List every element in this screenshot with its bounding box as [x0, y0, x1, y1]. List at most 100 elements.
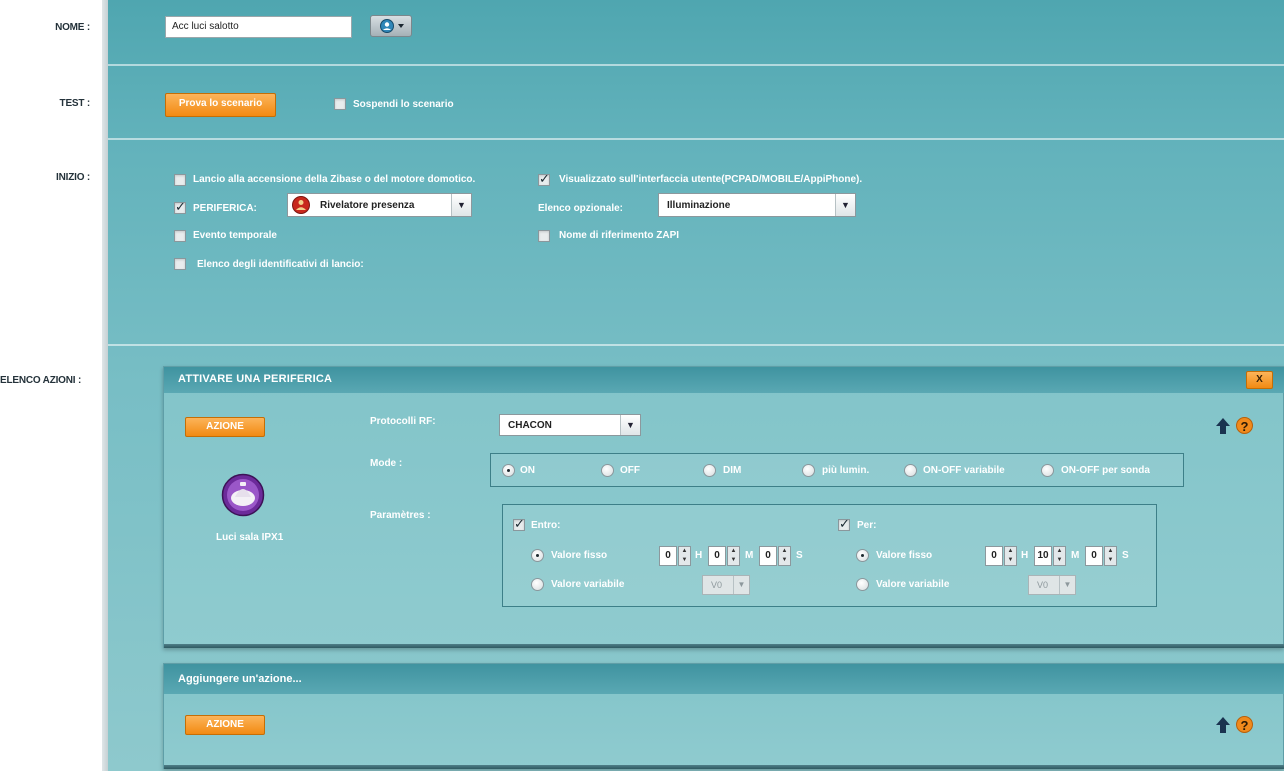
label-test: TEST :: [59, 98, 91, 109]
per-variable-label: Valore variabile: [876, 579, 950, 590]
evento-temporale-label: Evento temporale: [193, 230, 277, 241]
elenco-opzionale-value: Illuminazione: [667, 200, 731, 211]
elenco-identificativi-checkbox[interactable]: [174, 258, 186, 270]
seconds-unit: S: [796, 550, 803, 561]
add-action-button[interactable]: AZIONE: [185, 715, 265, 735]
mode-option-label: più lumin.: [822, 465, 870, 476]
suspend-scenario-label: Sospendi lo scenario: [353, 99, 454, 110]
per-variable-select: V0 ▼: [1028, 575, 1076, 595]
mode-radio-dim[interactable]: [703, 464, 716, 477]
try-scenario-button[interactable]: Prova lo scenario: [165, 93, 276, 117]
mode-option-label: ON-OFF per sonda: [1061, 465, 1150, 476]
params-label: Paramètres :: [370, 510, 431, 521]
launch-on-start-label: Lancio alla accensione della Zibase o de…: [193, 174, 476, 185]
mode-option-label: OFF: [620, 465, 640, 476]
entro-fixed-label: Valore fisso: [551, 550, 608, 561]
move-up-icon[interactable]: [1215, 417, 1231, 435]
protocol-label: Protocolli RF:: [370, 416, 436, 427]
move-up-icon[interactable]: [1215, 716, 1231, 734]
hours-unit: H: [1021, 550, 1029, 561]
hours-unit: H: [695, 550, 703, 561]
visualizzato-checkbox[interactable]: [538, 171, 550, 187]
scenario-name-input[interactable]: Acc luci salotto: [165, 16, 352, 38]
add-action-panel: Aggiungere un'azione... AZIONE ?: [163, 663, 1284, 769]
entro-variable-radio[interactable]: [531, 578, 544, 591]
mode-radio-on[interactable]: [502, 464, 515, 477]
per-label: Per:: [857, 520, 877, 531]
mode-option-label: DIM: [723, 465, 742, 476]
per-fixed-label: Valore fisso: [876, 550, 933, 561]
panel-footer: [164, 644, 1284, 648]
action-panel: ATTIVARE UNA PERIFERICA X AZIONE Luci sa…: [163, 366, 1284, 648]
elenco-opzionale-select[interactable]: Illuminazione ▼: [658, 193, 856, 217]
label-inizio: INIZIO :: [56, 172, 90, 183]
mode-radio-piu-lumin[interactable]: [802, 464, 815, 477]
action-panel-title: ATTIVARE UNA PERIFERICA: [164, 367, 1284, 393]
label-column: NOME : TEST : INIZIO : ELENCO AZIONI :: [0, 0, 108, 771]
chevron-down-icon: ▼: [620, 415, 640, 435]
mode-radio-on-off-sonda[interactable]: [1041, 464, 1054, 477]
stepper-arrows-icon[interactable]: ▲ ▼: [778, 546, 791, 566]
panel-footer: [164, 765, 1284, 769]
entro-variable-value: V0: [711, 580, 723, 590]
chevron-down-icon: ▼: [1059, 576, 1075, 594]
stepper-arrows-icon[interactable]: ▲ ▼: [1053, 546, 1066, 566]
help-icon[interactable]: ?: [1236, 716, 1253, 733]
chevron-down-icon: ▼: [451, 194, 471, 216]
periferica-device-select[interactable]: Rivelatore presenza ▼: [287, 193, 472, 217]
separator: [108, 344, 1284, 346]
protocol-select[interactable]: CHACON ▼: [499, 414, 641, 436]
entro-variable-label: Valore variabile: [551, 579, 625, 590]
entro-variable-select: V0 ▼: [702, 575, 750, 595]
nome-zapi-checkbox[interactable]: [538, 230, 550, 242]
launch-on-start-checkbox[interactable]: [174, 174, 186, 186]
action-button[interactable]: AZIONE: [185, 417, 265, 437]
stepper-arrows-icon[interactable]: ▲ ▼: [727, 546, 740, 566]
per-variable-value: V0: [1037, 580, 1049, 590]
separator: [108, 138, 1284, 140]
lightbulb-icon: [221, 473, 265, 517]
stepper-arrows-icon[interactable]: ▲ ▼: [1104, 546, 1117, 566]
stepper-arrows-icon[interactable]: ▲ ▼: [1004, 546, 1017, 566]
separator: [108, 64, 1284, 66]
entro-checkbox[interactable]: [513, 516, 525, 532]
periferica-device-value: Rivelatore presenza: [320, 200, 415, 211]
per-fixed-radio[interactable]: [856, 549, 869, 562]
entro-minutes-value: 0: [708, 546, 726, 566]
entro-label: Entro:: [531, 520, 561, 531]
minutes-unit: M: [1071, 550, 1080, 561]
mode-option-label: ON-OFF variabile: [923, 465, 1005, 476]
nome-zapi-label: Nome di riferimento ZAPI: [559, 230, 680, 241]
params-group: Entro: Valore fisso 0 ▲▼ H 0 ▲▼ M 0 ▲▼ S…: [502, 504, 1157, 607]
mode-radio-off[interactable]: [601, 464, 614, 477]
per-hours-value: 0: [985, 546, 1003, 566]
entro-seconds-value: 0: [759, 546, 777, 566]
visualizzato-label: Visualizzato sull'interfaccia utente(PCP…: [559, 174, 863, 185]
per-seconds-value: 0: [1085, 546, 1103, 566]
user-icon-button[interactable]: [370, 15, 412, 37]
entro-fixed-radio[interactable]: [531, 549, 544, 562]
entro-hours-value: 0: [659, 546, 677, 566]
label-elenco-azioni: ELENCO AZIONI :: [0, 375, 82, 386]
periferica-checkbox[interactable]: [174, 199, 186, 215]
mode-radio-on-off-variabile[interactable]: [904, 464, 917, 477]
motion-sensor-icon: [292, 196, 310, 214]
elenco-identificativi-label: Elenco degli identificativi di lancio:: [197, 259, 364, 270]
close-action-button[interactable]: X: [1246, 371, 1273, 389]
evento-temporale-checkbox[interactable]: [174, 230, 186, 242]
mode-option-label: ON: [520, 465, 535, 476]
mode-group: ON OFF DIM più lumin. ON-OFF variabile O…: [490, 453, 1184, 487]
elenco-opzionale-label: Elenco opzionale:: [538, 203, 624, 214]
per-checkbox[interactable]: [838, 516, 850, 532]
seconds-unit: S: [1122, 550, 1129, 561]
chevron-down-icon: ▼: [835, 194, 855, 216]
chevron-down-icon: ▼: [733, 576, 749, 594]
user-icon: [380, 19, 404, 33]
suspend-scenario-checkbox[interactable]: [334, 98, 346, 110]
device-name: Luci sala IPX1: [216, 532, 284, 543]
minutes-unit: M: [745, 550, 754, 561]
help-icon[interactable]: ?: [1236, 417, 1253, 434]
per-minutes-value: 10: [1034, 546, 1052, 566]
stepper-arrows-icon[interactable]: ▲ ▼: [678, 546, 691, 566]
per-variable-radio[interactable]: [856, 578, 869, 591]
